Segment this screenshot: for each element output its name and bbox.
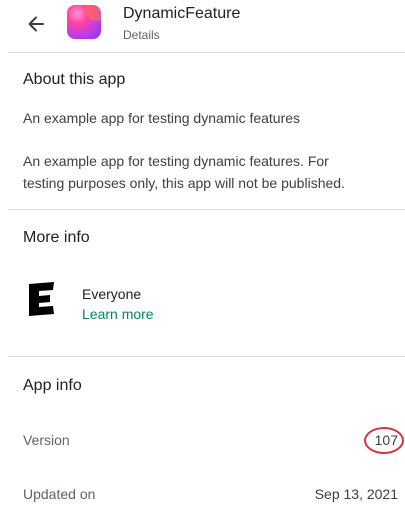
updated-on-value: Sep 13, 2021 bbox=[314, 486, 398, 502]
top-app-bar: DynamicFeature Details bbox=[0, 0, 405, 52]
version-label: Version bbox=[23, 432, 70, 448]
app-icon bbox=[67, 5, 101, 39]
divider bbox=[8, 356, 405, 357]
esrb-everyone-icon bbox=[29, 282, 54, 316]
more-info-section-title: More info bbox=[23, 229, 90, 246]
back-button[interactable] bbox=[22, 10, 50, 38]
app-subtitle: Details bbox=[123, 28, 160, 42]
highlight-annotation bbox=[364, 427, 404, 454]
arrow-left-icon bbox=[28, 16, 44, 32]
short-description: An example app for testing dynamic featu… bbox=[23, 110, 301, 126]
learn-more-link[interactable]: Learn more bbox=[82, 306, 154, 322]
content-rating-label: Everyone bbox=[82, 286, 142, 302]
app-title: DynamicFeature bbox=[123, 5, 241, 22]
full-description: An example app for testing dynamic featu… bbox=[23, 153, 345, 191]
divider bbox=[8, 209, 405, 210]
about-section-title: About this app bbox=[23, 71, 126, 88]
app-info-section-title: App info bbox=[23, 377, 82, 394]
updated-on-label: Updated on bbox=[23, 486, 96, 502]
divider bbox=[8, 52, 405, 53]
